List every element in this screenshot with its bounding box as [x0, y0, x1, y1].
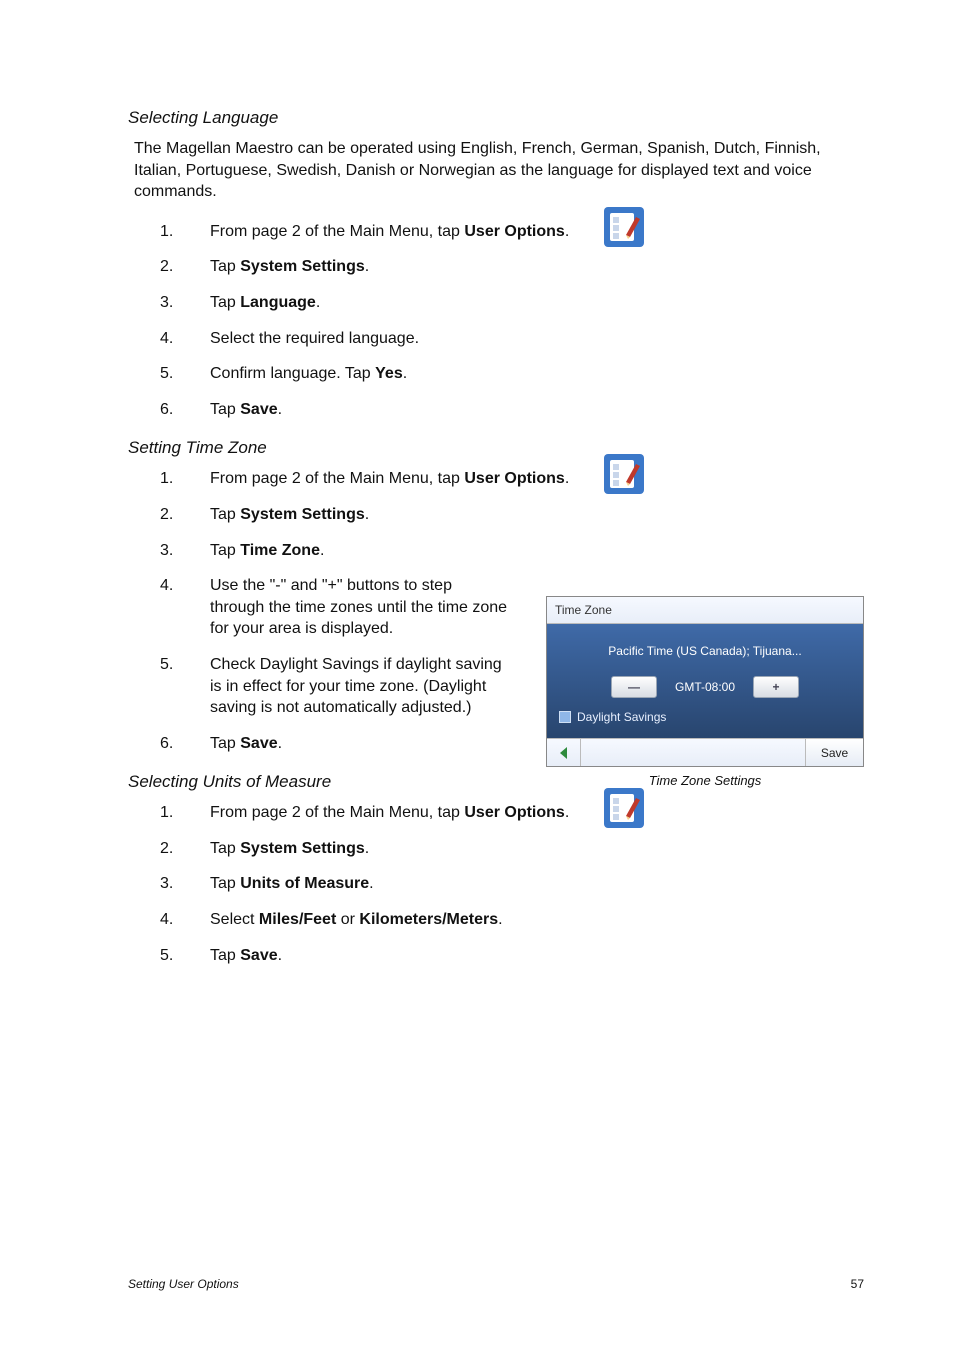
step-number: 4. [160, 909, 182, 931]
step-text: Select Miles/Feet or Kilometers/Meters. [210, 909, 864, 931]
tz-back-button[interactable] [547, 739, 581, 766]
step-text: Tap System Settings. [210, 838, 864, 860]
step-text: Tap Units of Measure. [210, 873, 864, 895]
step-number: 1. [160, 468, 182, 490]
tz-daylight-label: Daylight Savings [577, 710, 666, 724]
user-options-icon [602, 452, 646, 503]
step-text: Confirm language. Tap Yes. [210, 363, 864, 385]
step-text: Tap System Settings. [210, 256, 864, 278]
language-steps: 1. From page 2 of the Main Menu, tap Use… [128, 221, 864, 421]
step-text: From page 2 of the Main Menu, tap User O… [210, 221, 864, 243]
tz-footer: Save [547, 738, 863, 766]
step-text: Tap System Settings. [210, 504, 864, 526]
step-number: 4. [160, 575, 182, 640]
section-title-language: Selecting Language [128, 108, 864, 128]
units-steps: 1. From page 2 of the Main Menu, tap Use… [128, 802, 864, 966]
step-number: 6. [160, 733, 182, 755]
step-text: Tap Save. [210, 945, 864, 967]
tz-zone-name: Pacific Time (US Canada); Tijuana... [555, 634, 855, 676]
timezone-device-screen: Time Zone Pacific Time (US Canada); Tiju… [546, 596, 864, 767]
tz-plus-button[interactable]: + [753, 676, 799, 698]
footer-page-number: 57 [851, 1277, 864, 1291]
tz-daylight-row[interactable]: Daylight Savings [555, 708, 855, 730]
step-number: 2. [160, 504, 182, 526]
step-text: From page 2 of the Main Menu, tap User O… [210, 802, 864, 824]
step-number: 5. [160, 945, 182, 967]
step-text: From page 2 of the Main Menu, tap User O… [210, 468, 864, 490]
step-text: Use the "-" and "+" buttons to step thro… [210, 575, 510, 640]
page-footer: Setting User Options 57 [128, 1277, 864, 1291]
document-page: Selecting Language The Magellan Maestro … [0, 0, 954, 1351]
step-number: 1. [160, 802, 182, 824]
tz-gmt-value: GMT-08:00 [675, 680, 735, 694]
tz-minus-button[interactable]: — [611, 676, 657, 698]
step-number: 3. [160, 540, 182, 562]
language-intro: The Magellan Maestro can be operated usi… [128, 138, 864, 203]
checkbox-icon[interactable] [559, 711, 571, 723]
step-number: 3. [160, 292, 182, 314]
step-number: 3. [160, 873, 182, 895]
step-text: Tap Save. [210, 733, 510, 755]
footer-section: Setting User Options [128, 1277, 239, 1291]
tz-window-title: Time Zone [547, 597, 863, 624]
tz-figure-caption: Time Zone Settings [546, 773, 864, 788]
step-text: Select the required language. [210, 328, 864, 350]
step-text: Tap Time Zone. [210, 540, 510, 562]
timezone-screenshot-figure: Time Zone Pacific Time (US Canada); Tiju… [546, 596, 864, 788]
tz-adjust-row: — GMT-08:00 + [555, 676, 855, 698]
tz-save-button[interactable]: Save [805, 739, 863, 766]
step-number: 5. [160, 363, 182, 385]
step-number: 1. [160, 221, 182, 243]
step-number: 5. [160, 654, 182, 719]
step-number: 2. [160, 838, 182, 860]
section-title-timezone: Setting Time Zone [128, 438, 864, 458]
step-number: 4. [160, 328, 182, 350]
step-text: Check Daylight Savings if daylight savin… [210, 654, 510, 719]
back-arrow-icon [557, 746, 571, 760]
tz-body: Pacific Time (US Canada); Tijuana... — G… [547, 624, 863, 738]
step-number: 2. [160, 256, 182, 278]
step-text: Tap Save. [210, 399, 864, 421]
user-options-icon [602, 786, 646, 837]
user-options-icon [602, 205, 646, 256]
step-text: Tap Language. [210, 292, 864, 314]
step-number: 6. [160, 399, 182, 421]
